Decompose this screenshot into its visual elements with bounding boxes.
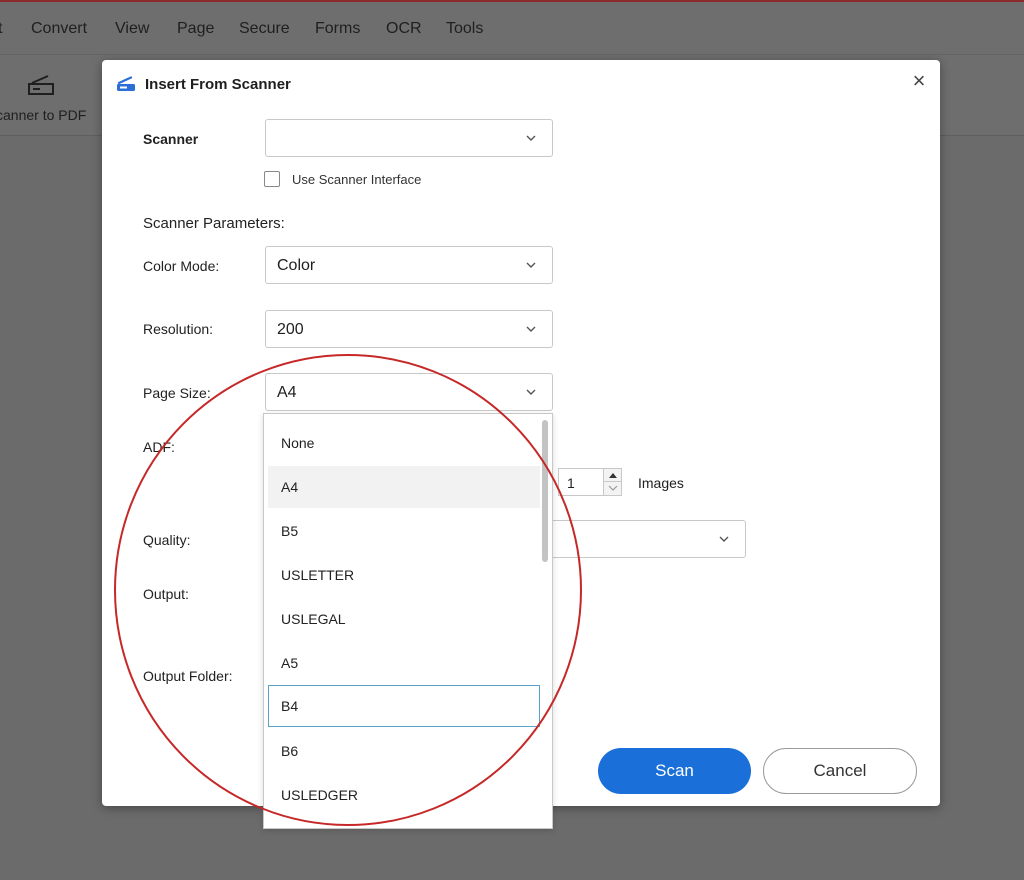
scan-button[interactable]: Scan (598, 748, 751, 794)
color-mode-value: Color (277, 257, 316, 274)
menu-item-secure[interactable]: Secure (239, 20, 290, 38)
chevron-down-icon (526, 262, 536, 268)
dropdown-option-b5[interactable]: B5 (268, 510, 540, 552)
menu-item-convert[interactable]: Convert (31, 20, 87, 38)
menu-bar: t Convert View Page Secure Forms OCR Too… (0, 2, 1024, 54)
page-size-select[interactable]: A4 (265, 373, 553, 411)
images-label: Images (638, 475, 684, 491)
color-mode-label: Color Mode: (143, 258, 220, 274)
images-count-stepper[interactable]: 1 (558, 468, 622, 496)
stepper-up-icon[interactable] (603, 469, 621, 482)
stepper-down-icon[interactable] (603, 482, 621, 495)
dropdown-option-usledger[interactable]: USLEDGER (268, 774, 540, 816)
dropdown-option-usletter[interactable]: USLETTER (268, 554, 540, 596)
resolution-value: 200 (277, 321, 304, 338)
dropdown-option-b4[interactable]: B4 (268, 685, 540, 727)
quality-select[interactable] (538, 520, 746, 558)
output-label: Output: (143, 586, 189, 602)
close-icon[interactable]: × (908, 70, 930, 92)
menu-item-view[interactable]: View (115, 20, 149, 38)
cancel-button[interactable]: Cancel (763, 748, 917, 794)
scanner-parameters-heading: Scanner Parameters: (143, 215, 285, 232)
color-mode-select[interactable]: Color (265, 246, 553, 284)
menu-item-tools[interactable]: Tools (446, 20, 483, 38)
quality-label: Quality: (143, 532, 191, 548)
dropdown-option-a4[interactable]: A4 (268, 466, 540, 508)
scanner-select[interactable] (265, 119, 553, 157)
resolution-select[interactable]: 200 (265, 310, 553, 348)
output-folder-label: Output Folder: (143, 668, 233, 684)
menu-item-page[interactable]: Page (177, 20, 214, 38)
dropdown-option-uslegal[interactable]: USLEGAL (268, 598, 540, 640)
page-size-value: A4 (277, 384, 297, 401)
dropdown-option-none[interactable]: None (268, 422, 540, 464)
use-scanner-interface-checkbox[interactable] (264, 171, 280, 187)
adf-label: ADF: (143, 439, 175, 455)
images-count-value: 1 (567, 475, 575, 491)
scanner-icon[interactable] (26, 74, 56, 96)
chevron-down-icon (526, 326, 536, 332)
dropdown-option-b6[interactable]: B6 (268, 730, 540, 772)
scanner-label: Scanner (143, 131, 199, 147)
scanner-icon (117, 76, 135, 91)
page-size-dropdown-list[interactable]: None A4 B5 USLETTER USLEGAL A5 B4 B6 USL… (263, 413, 553, 829)
resolution-label: Resolution: (143, 321, 214, 337)
dropdown-option-a5[interactable]: A5 (268, 642, 540, 684)
dialog-title: Insert From Scanner (145, 76, 291, 93)
menu-item-partial[interactable]: t (0, 20, 2, 38)
chevron-down-icon (719, 536, 729, 542)
chevron-down-icon (526, 389, 536, 395)
page-size-label: Page Size: (143, 385, 211, 401)
use-scanner-interface-label[interactable]: Use Scanner Interface (292, 172, 421, 187)
dropdown-scrollbar-thumb[interactable] (542, 420, 548, 562)
scanner-to-pdf-label[interactable]: canner to PDF (0, 107, 86, 123)
menu-item-forms[interactable]: Forms (315, 20, 360, 38)
chevron-down-icon (526, 135, 536, 141)
menu-item-ocr[interactable]: OCR (386, 20, 422, 38)
